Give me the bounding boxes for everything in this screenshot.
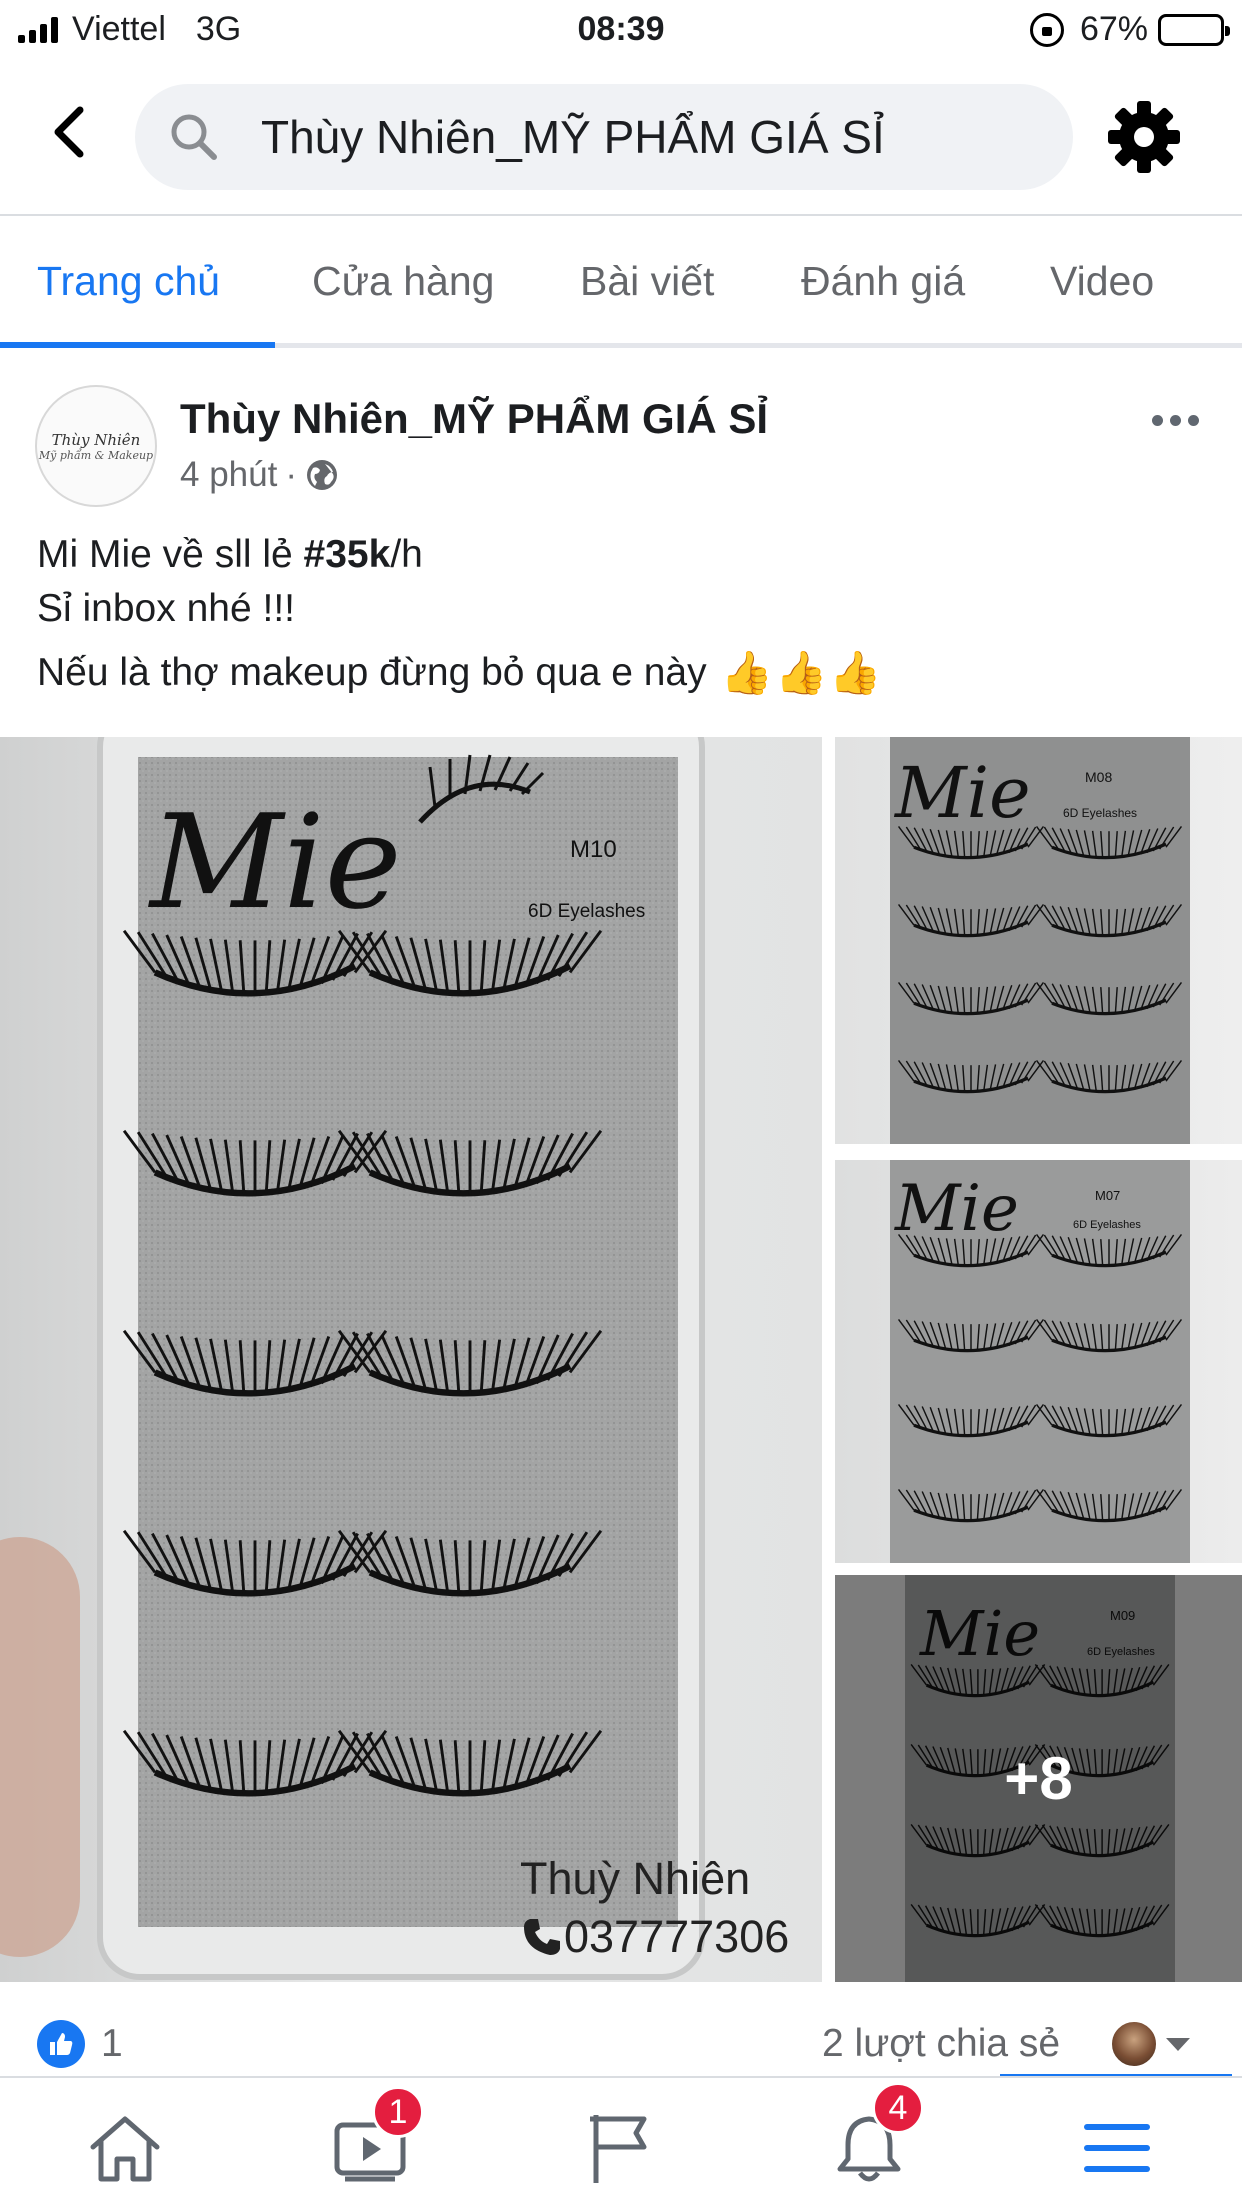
thumb-illustration-1: Mie M08 6D Eyelashes: [890, 737, 1190, 1144]
phone-icon: [524, 1919, 560, 1955]
avatar-line1: Thùy Nhiên: [51, 430, 141, 449]
post-photo-thumb-1[interactable]: Mie M08 6D Eyelashes: [835, 737, 1242, 1144]
post-line-2: Sỉ inbox nhé !!!: [37, 587, 295, 630]
post-meta: 4 phút ·: [180, 455, 339, 495]
watermark-phone-row: 037777306: [520, 1908, 789, 1966]
status-right: 67%: [1029, 10, 1230, 49]
reactions-count: 1: [101, 2022, 123, 2065]
tab-reviews[interactable]: Đánh giá: [801, 258, 965, 305]
post-line-1: Mi Mie về sll lẻ #35k/h: [37, 533, 423, 576]
product-subtitle: 6D Eyelashes: [528, 901, 645, 922]
notification-badge: 4: [872, 2082, 924, 2134]
meta-separator: ·: [285, 455, 297, 494]
thumb2-subtitle: 6D Eyelashes: [1073, 1219, 1141, 1231]
nav-menu[interactable]: [1072, 2108, 1162, 2188]
search-icon: [169, 112, 219, 162]
post-message: Mi Mie về sll lẻ #35k/h Sỉ inbox nhé !!!…: [37, 528, 882, 700]
top-search-header: Thùy Nhiên_MỸ PHẨM GIÁ SỈ: [0, 62, 1242, 216]
brand-logo: Mie: [148, 786, 402, 938]
battery-percent: 67%: [1079, 10, 1148, 48]
thumbs-up-emoji: 👍: [720, 648, 773, 697]
settings-button[interactable]: [1105, 98, 1183, 176]
globe-icon: [306, 460, 337, 490]
reactions-summary[interactable]: 1: [37, 2020, 123, 2068]
menu-icon: [1084, 2124, 1150, 2172]
thumbs-up-emoji: 👍: [829, 648, 882, 697]
thumb1-model: M08: [1085, 769, 1112, 785]
search-query-text: Thùy Nhiên_MỸ PHẨM GIÁ SỈ: [261, 111, 885, 163]
avatar-line2: Mỹ phẩm & Makeup: [38, 448, 154, 462]
eyelash-tray-illustration: Mie M10 6D Eyelashes: [97, 737, 705, 1980]
model-code: M10: [570, 836, 617, 863]
tab-shop[interactable]: Cửa hàng: [312, 258, 494, 305]
tab-posts[interactable]: Bài viết: [580, 258, 714, 305]
thumb2-brand: Mie: [894, 1172, 1019, 1246]
post-line-3: Nếu là thợ makeup đừng bỏ qua e này 👍 👍 …: [37, 646, 882, 700]
search-bar[interactable]: Thùy Nhiên_MỸ PHẨM GIÁ SỈ: [135, 84, 1073, 190]
gear-icon: [1108, 101, 1180, 173]
back-button[interactable]: [40, 102, 100, 162]
thumb2-model: M07: [1095, 1188, 1120, 1203]
photo-watermark: Thuỳ Nhiên 037777306: [520, 1850, 789, 1966]
page-avatar[interactable]: Thùy Nhiên Mỹ phẩm & Makeup: [35, 385, 157, 507]
thumbs-up-emoji: 👍: [774, 648, 828, 697]
hashtag-link[interactable]: #35k: [304, 533, 391, 576]
post-timestamp[interactable]: 4 phút: [180, 455, 277, 495]
tab-home[interactable]: Trang chủ: [37, 258, 220, 305]
facebook-page-screen: { "status_bar": { "carrier": "Viettel", …: [0, 0, 1242, 2208]
nav-notifications[interactable]: 4: [824, 2082, 924, 2188]
fingers-shadow: [0, 1537, 80, 1957]
thumb-illustration-2: Mie M07 6D Eyelashes: [890, 1160, 1190, 1563]
status-bar: Viettel 3G 08:39 67%: [0, 0, 1242, 62]
rotation-lock-icon: [1029, 12, 1064, 47]
nav-pages[interactable]: [576, 2108, 666, 2188]
like-reaction-icon: [37, 2020, 85, 2068]
back-arrow-icon: [54, 106, 84, 158]
post-author-name[interactable]: Thùy Nhiên_MỸ PHẨM GIÁ SỈ: [180, 395, 768, 443]
watermark-phone: 037777306: [564, 1911, 790, 1962]
nav-watch[interactable]: 1: [328, 2086, 424, 2188]
flag-icon: [590, 2115, 647, 2183]
active-tab-indicator: [0, 342, 275, 348]
post-photo-main[interactable]: Mie M10 6D Eyelashes: [0, 737, 822, 1982]
nav-home[interactable]: [80, 2108, 170, 2188]
notification-badge: 1: [372, 2086, 424, 2138]
thumb1-brand: Mie: [893, 752, 1031, 834]
home-icon: [90, 2116, 160, 2182]
thumbs-up-emojis: 👍 👍 👍: [721, 646, 882, 700]
tab-videos[interactable]: Video: [1050, 258, 1154, 305]
post-photo-thumb-3[interactable]: Mie M09 6D Eyelashes +8: [835, 1575, 1242, 1982]
more-photos-overlay[interactable]: +8: [835, 1575, 1242, 1982]
reaction-audience-avatar[interactable]: [1110, 2020, 1158, 2068]
shares-count[interactable]: 2 lượt chia sẻ: [822, 2022, 1060, 2066]
bottom-navigation: 1 4: [0, 2076, 1242, 2208]
post-more-options-button[interactable]: [1152, 415, 1199, 426]
watermark-name: Thuỳ Nhiên: [520, 1853, 751, 1904]
battery-icon: [1158, 13, 1230, 46]
page-tabs: Trang chủ Cửa hàng Bài viết Đánh giá Vid…: [0, 218, 1242, 348]
post-photo-thumb-2[interactable]: Mie M07 6D Eyelashes: [835, 1160, 1242, 1563]
thumb1-subtitle: 6D Eyelashes: [1063, 806, 1137, 820]
chevron-down-icon[interactable]: [1166, 2038, 1190, 2051]
